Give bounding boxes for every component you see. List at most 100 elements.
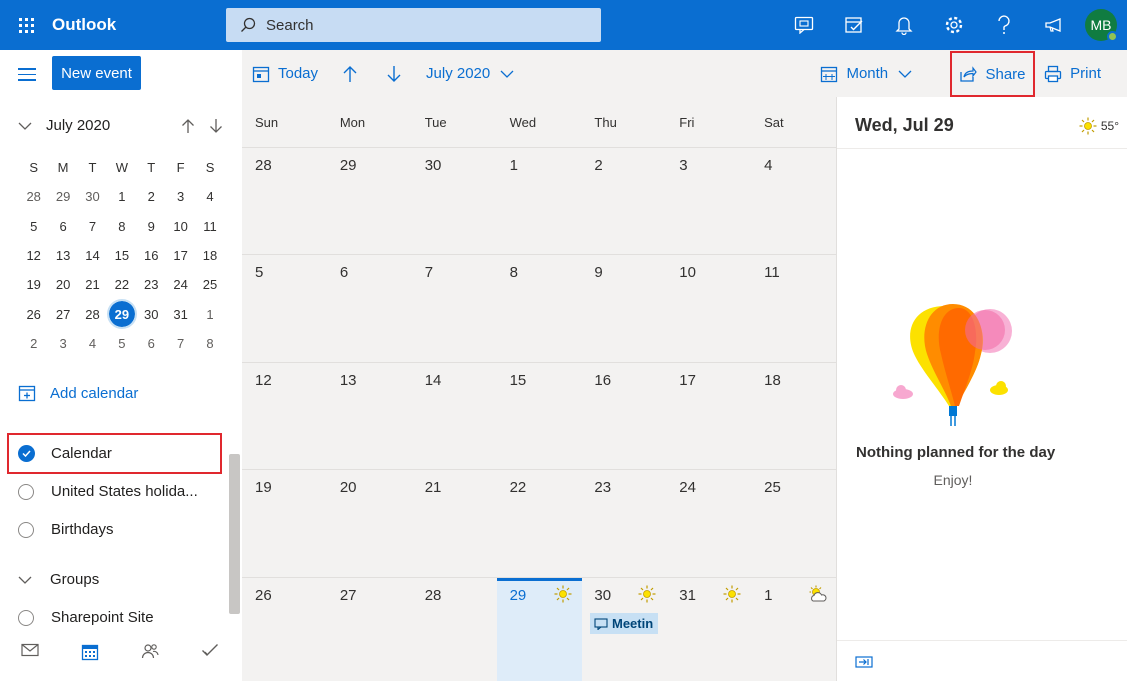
month-day-cell[interactable]: 21 bbox=[425, 479, 442, 496]
unchecked-circle-icon[interactable] bbox=[18, 483, 34, 500]
month-day-cell[interactable]: 16 bbox=[594, 372, 611, 389]
mini-calendar-day[interactable]: 26 bbox=[19, 299, 48, 328]
month-day-cell[interactable]: 30 bbox=[425, 157, 442, 174]
calendar-item-us-holidays[interactable]: United States holida... bbox=[18, 483, 198, 500]
month-day-cell[interactable]: 29 bbox=[340, 157, 357, 174]
selected-day[interactable]: 29 bbox=[106, 299, 137, 330]
group-item-sharepoint-site[interactable]: Sharepoint Site bbox=[18, 609, 154, 626]
mini-calendar-day[interactable]: 2 bbox=[137, 182, 166, 211]
month-day-cell[interactable]: 17 bbox=[679, 372, 696, 389]
mini-calendar-day[interactable]: 17 bbox=[166, 241, 195, 270]
new-event-button[interactable]: New event bbox=[52, 56, 141, 90]
month-day-cell[interactable]: 2 bbox=[594, 157, 602, 174]
month-day-cell[interactable]: 8 bbox=[510, 264, 518, 281]
expand-pane-button[interactable] bbox=[855, 655, 873, 671]
day-pane-weather[interactable]: 55° bbox=[1079, 117, 1119, 135]
month-day-cell[interactable]: 4 bbox=[764, 157, 772, 174]
previous-month-button[interactable] bbox=[328, 50, 380, 97]
settings-button[interactable] bbox=[929, 0, 979, 50]
month-day-cell[interactable]: 31 bbox=[679, 587, 696, 604]
mini-calendar-day[interactable]: 29 bbox=[48, 182, 77, 211]
mini-calendar-day[interactable]: 6 bbox=[137, 329, 166, 358]
unchecked-circle-icon[interactable] bbox=[18, 609, 34, 626]
next-month-button[interactable] bbox=[380, 50, 416, 97]
mini-calendar-day[interactable]: 7 bbox=[166, 329, 195, 358]
month-day-cell[interactable]: 28 bbox=[255, 157, 272, 174]
search-box[interactable]: Search bbox=[226, 8, 601, 42]
mini-calendar-day[interactable]: 10 bbox=[166, 212, 195, 241]
month-day-cell[interactable]: 14 bbox=[425, 372, 442, 389]
mini-calendar-day[interactable]: 3 bbox=[166, 182, 195, 211]
month-day-cell[interactable]: 29 bbox=[510, 587, 527, 604]
month-day-cell[interactable]: 20 bbox=[340, 479, 357, 496]
event-meeting[interactable]: Meetin bbox=[590, 613, 658, 634]
notifications-button[interactable] bbox=[879, 0, 929, 50]
mini-calendar-day[interactable]: 28 bbox=[78, 299, 107, 328]
add-calendar-button[interactable]: Add calendar bbox=[18, 384, 138, 402]
mini-calendar-day[interactable]: 23 bbox=[137, 270, 166, 299]
help-button[interactable] bbox=[979, 0, 1029, 50]
month-day-cell[interactable]: 28 bbox=[425, 587, 442, 604]
mini-calendar-day[interactable]: 28 bbox=[19, 182, 48, 211]
mini-calendar-day[interactable]: 15 bbox=[107, 241, 136, 270]
month-day-cell[interactable]: 7 bbox=[425, 264, 433, 281]
share-button[interactable]: Share bbox=[950, 51, 1035, 97]
app-title[interactable]: Outlook bbox=[52, 15, 226, 35]
meet-now-button[interactable] bbox=[779, 0, 829, 50]
mini-calendar-day[interactable]: 29 bbox=[106, 299, 137, 330]
mini-calendar-day[interactable]: 24 bbox=[166, 270, 195, 299]
month-day-cell[interactable]: 9 bbox=[594, 264, 602, 281]
todo-module-button[interactable] bbox=[190, 643, 230, 661]
mini-calendar-day[interactable]: 20 bbox=[48, 270, 77, 299]
mini-calendar-day[interactable]: 12 bbox=[19, 241, 48, 270]
month-day-cell[interactable]: 24 bbox=[679, 479, 696, 496]
mini-calendar-day[interactable]: 30 bbox=[78, 182, 107, 211]
month-day-cell[interactable]: 3 bbox=[679, 157, 687, 174]
month-day-cell[interactable]: 12 bbox=[255, 372, 272, 389]
month-day-cell[interactable]: 1 bbox=[510, 157, 518, 174]
people-module-button[interactable] bbox=[130, 643, 170, 661]
mini-calendar-day[interactable]: 27 bbox=[48, 299, 77, 328]
mini-calendar-day[interactable]: 31 bbox=[166, 299, 195, 328]
mini-calendar-day[interactable]: 13 bbox=[48, 241, 77, 270]
mini-calendar-day[interactable]: 9 bbox=[137, 212, 166, 241]
calendar-module-button[interactable] bbox=[70, 643, 110, 661]
hamburger-menu-icon[interactable] bbox=[18, 68, 36, 85]
month-day-cell[interactable]: 25 bbox=[764, 479, 781, 496]
today-button[interactable]: Today bbox=[242, 50, 328, 97]
mini-calendar-day[interactable]: 1 bbox=[195, 299, 224, 328]
arrow-up-icon[interactable] bbox=[181, 118, 195, 134]
mini-calendar-day[interactable]: 18 bbox=[195, 241, 224, 270]
month-day-cell[interactable]: 18 bbox=[764, 372, 781, 389]
month-day-cell[interactable]: 30 bbox=[594, 587, 611, 604]
feedback-button[interactable] bbox=[1029, 0, 1079, 50]
month-day-cell[interactable]: 27 bbox=[340, 587, 357, 604]
print-button[interactable]: Print bbox=[1034, 50, 1111, 97]
mini-calendar-day[interactable]: 14 bbox=[78, 241, 107, 270]
scrollbar[interactable] bbox=[229, 454, 240, 614]
view-switcher[interactable]: Month bbox=[810, 50, 930, 97]
mini-calendar-day[interactable]: 30 bbox=[137, 299, 166, 328]
month-picker[interactable]: July 2020 bbox=[416, 50, 532, 97]
mini-calendar-day[interactable]: 4 bbox=[78, 329, 107, 358]
chevron-down-icon[interactable] bbox=[18, 122, 32, 130]
month-day-cell[interactable]: 23 bbox=[594, 479, 611, 496]
avatar[interactable]: MB bbox=[1085, 9, 1118, 42]
month-day-cell[interactable]: 19 bbox=[255, 479, 272, 496]
mini-calendar-day[interactable]: 7 bbox=[78, 212, 107, 241]
mini-calendar-day[interactable]: 22 bbox=[107, 270, 136, 299]
mini-calendar-day[interactable]: 11 bbox=[195, 212, 224, 241]
month-day-cell[interactable]: 15 bbox=[510, 372, 527, 389]
mini-calendar-day[interactable]: 16 bbox=[137, 241, 166, 270]
month-day-cell[interactable]: 10 bbox=[679, 264, 696, 281]
mail-module-button[interactable] bbox=[10, 643, 50, 661]
month-day-cell[interactable]: 6 bbox=[340, 264, 348, 281]
mini-calendar-day[interactable]: 4 bbox=[195, 182, 224, 211]
mini-calendar-day[interactable]: 1 bbox=[107, 182, 136, 211]
app-launcher-button[interactable] bbox=[0, 0, 52, 50]
month-day-cell[interactable]: 5 bbox=[255, 264, 263, 281]
mini-calendar-day[interactable]: 8 bbox=[195, 329, 224, 358]
groups-header[interactable]: Groups bbox=[18, 571, 99, 588]
mini-calendar-day[interactable]: 2 bbox=[19, 329, 48, 358]
mini-calendar-day[interactable]: 3 bbox=[48, 329, 77, 358]
